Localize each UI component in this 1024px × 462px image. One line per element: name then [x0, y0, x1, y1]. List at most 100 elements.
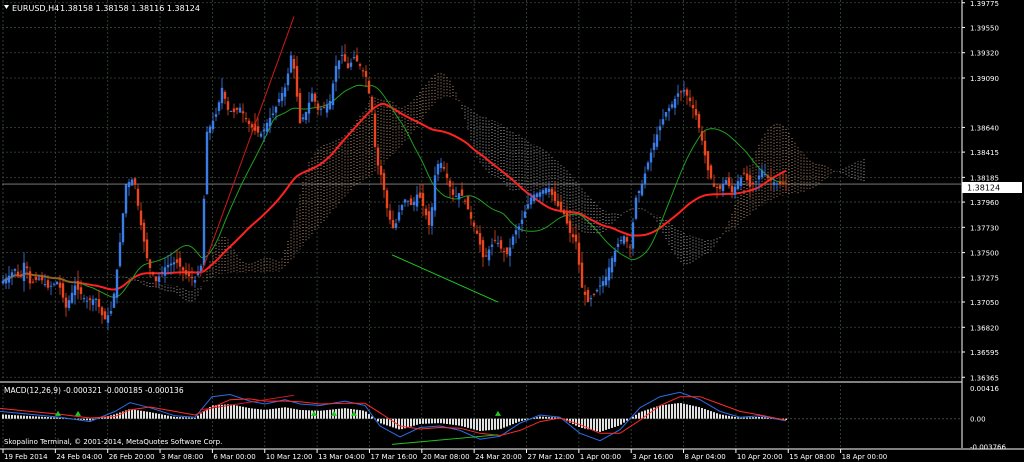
macd-histogram-bar — [29, 416, 31, 419]
candle-body — [508, 247, 512, 256]
candle-body — [487, 249, 491, 261]
y-tick-label: 1.37730 — [970, 224, 999, 232]
macd-histogram-bar — [575, 418, 577, 426]
candle-body — [430, 207, 434, 226]
price-chart[interactable]: 1.39775 1.39550 1.39320 1.39090 1.38640 1.384… — [0, 0, 1024, 462]
x-tick-label: 1 Apr 00:00 — [580, 453, 621, 461]
macd-histogram-bar — [410, 418, 412, 427]
candle-body — [115, 269, 119, 298]
candle-body — [409, 198, 413, 206]
macd-histogram-bar — [203, 411, 205, 419]
macd-y-tick-label: 0.00416 — [970, 385, 999, 393]
macd-histogram-bar — [518, 418, 520, 422]
candle-body — [628, 246, 632, 248]
candle-body — [61, 283, 65, 298]
candle-body — [460, 189, 464, 196]
candle-body — [34, 276, 38, 281]
macd-histogram-bar — [650, 408, 652, 419]
macd-histogram-bar — [302, 410, 304, 419]
macd-histogram-bar — [8, 414, 10, 419]
candle-body — [538, 192, 542, 197]
macd-histogram-bar — [320, 410, 322, 419]
candle-body — [427, 211, 431, 226]
macd-histogram-bar — [248, 407, 250, 419]
x-tick-label: 10 Mar 12:00 — [266, 453, 313, 461]
macd-histogram-bar — [488, 418, 490, 431]
candle-body — [757, 175, 761, 180]
candle-body — [229, 110, 233, 112]
candle-body — [208, 126, 212, 133]
candle-body — [655, 134, 659, 147]
candle-body — [178, 257, 182, 267]
candle-body — [592, 294, 596, 296]
candle-body — [16, 271, 20, 277]
candle-body — [310, 93, 314, 102]
candle-body — [169, 263, 173, 266]
y-tick-label: 1.38640 — [970, 124, 999, 132]
candle-body — [622, 236, 626, 244]
candle-body — [100, 307, 104, 316]
candle-body — [343, 54, 347, 62]
candle-body — [376, 147, 380, 166]
macd-histogram-bar — [164, 415, 166, 419]
macd-histogram-bar — [41, 416, 43, 419]
candle-body — [292, 59, 296, 69]
macd-histogram-bar — [416, 418, 418, 425]
candle-body — [568, 220, 572, 233]
candle-body — [415, 194, 419, 207]
candle-body — [49, 285, 53, 287]
candle-body — [46, 280, 50, 288]
candle-body — [175, 259, 179, 263]
copyright-text: Skopalino Terminal, © 2001-2014, MetaQuo… — [4, 438, 222, 446]
x-tick-label: 3 Apr 16:00 — [632, 453, 673, 461]
y-tick-label: 1.37050 — [970, 299, 999, 307]
candle-body — [493, 239, 497, 241]
macd-histogram-bar — [581, 418, 583, 428]
candle-body — [106, 315, 110, 323]
candle-body — [37, 278, 41, 280]
candle-body — [280, 92, 284, 101]
candle-body — [739, 177, 743, 186]
macd-histogram-bar — [713, 412, 715, 419]
y-tick-label: 1.37960 — [970, 199, 999, 207]
macd-histogram-bar — [503, 418, 505, 428]
candle-body — [520, 219, 524, 224]
y-tick-label: 1.36365 — [970, 374, 999, 382]
candle-body — [220, 87, 224, 104]
macd-histogram-bar — [722, 414, 724, 419]
candle-body — [547, 188, 551, 193]
macd-histogram-bar — [362, 410, 364, 419]
candle-body — [238, 107, 242, 113]
macd-histogram-bar — [428, 418, 430, 424]
macd-histogram-bar — [230, 404, 232, 419]
macd-histogram-bar — [659, 405, 661, 419]
macd-histogram-bar — [11, 415, 13, 419]
candle-body — [283, 87, 287, 97]
candle-body — [595, 289, 599, 292]
candle-body — [130, 179, 134, 186]
candle-body — [556, 201, 560, 206]
x-tick-label: 8 Apr 04:00 — [685, 453, 726, 461]
candle-body — [571, 234, 575, 238]
y-tick-label: 1.37500 — [970, 250, 999, 258]
candle-body — [472, 222, 476, 227]
candle-body — [103, 311, 107, 320]
macd-histogram-bar — [53, 417, 55, 419]
macd-histogram-bar — [407, 418, 409, 428]
macd-histogram-bar — [149, 412, 151, 419]
macd-histogram-bar — [431, 418, 433, 424]
candle-body — [586, 290, 590, 303]
macd-histogram-bar — [161, 414, 163, 419]
candle-body — [457, 193, 461, 200]
candle-body — [154, 276, 158, 282]
candle-body — [448, 180, 452, 187]
macd-histogram-bar — [440, 418, 442, 424]
macd-histogram-bar — [683, 403, 685, 419]
candle-body — [133, 178, 137, 185]
macd-histogram-bar — [422, 418, 424, 424]
macd-histogram-bar — [494, 418, 496, 430]
macd-histogram-bar — [137, 410, 139, 419]
candle-body — [535, 193, 539, 198]
macd-histogram-bar — [392, 418, 394, 428]
candle-body — [523, 211, 527, 218]
